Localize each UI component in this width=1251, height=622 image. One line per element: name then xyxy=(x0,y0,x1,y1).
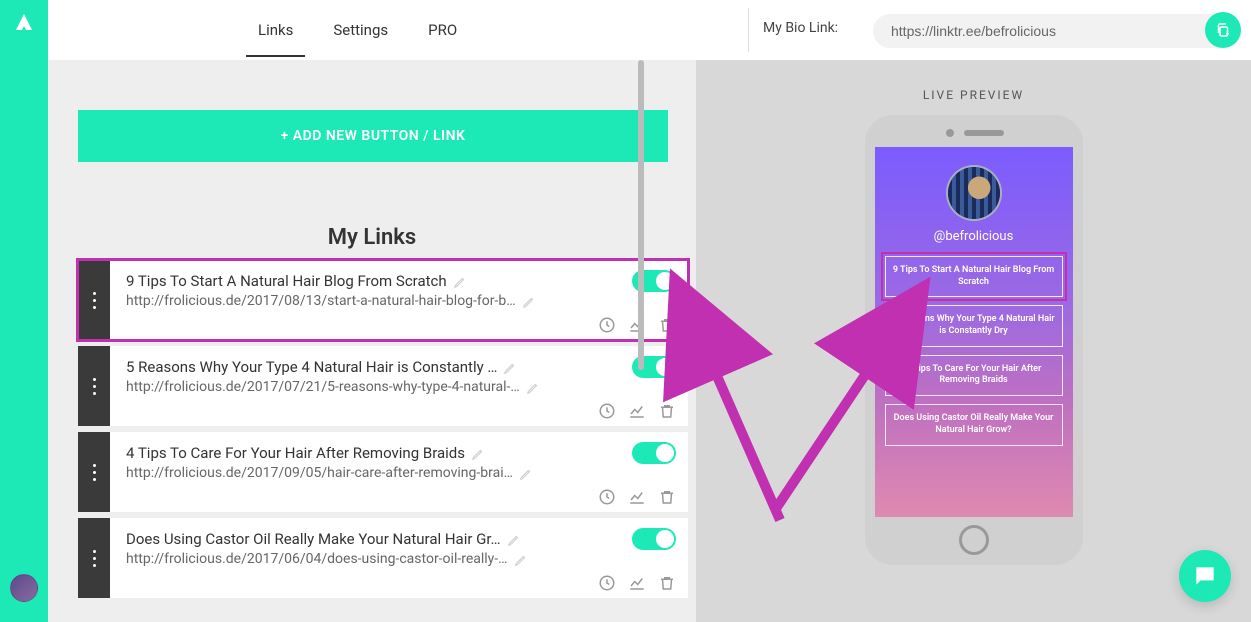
tab-pro[interactable]: PRO xyxy=(428,3,457,57)
pencil-icon[interactable] xyxy=(503,360,517,374)
preview-label: LIVE PREVIEW xyxy=(696,88,1251,102)
link-url[interactable]: http://frolicious.de/2017/07/21/5-reason… xyxy=(126,379,520,395)
app-logo-icon xyxy=(12,12,36,36)
clock-icon[interactable] xyxy=(598,574,616,592)
section-title: My Links xyxy=(48,225,696,250)
trash-icon[interactable] xyxy=(658,316,676,334)
tab-settings[interactable]: Settings xyxy=(333,3,388,57)
link-card: 9 Tips To Start A Natural Hair Blog From… xyxy=(78,260,688,340)
stats-icon[interactable] xyxy=(628,574,646,592)
top-bar: Links Settings PRO My Bio Link: xyxy=(48,0,1251,60)
nav-tabs: Links Settings PRO xyxy=(258,3,457,57)
pencil-icon[interactable] xyxy=(471,446,485,460)
clock-icon[interactable] xyxy=(598,402,616,420)
clock-icon[interactable] xyxy=(598,316,616,334)
enable-toggle[interactable] xyxy=(632,528,676,550)
pencil-icon[interactable] xyxy=(519,466,533,480)
trash-icon[interactable] xyxy=(658,574,676,592)
pencil-icon[interactable] xyxy=(526,380,540,394)
trash-icon[interactable] xyxy=(658,402,676,420)
link-url[interactable]: http://frolicious.de/2017/09/05/hair-car… xyxy=(126,465,513,481)
link-card: 5 Reasons Why Your Type 4 Natural Hair i… xyxy=(78,346,688,426)
profile-avatar xyxy=(946,165,1002,221)
phone-screen: @befrolicious 9 Tips To Start A Natural … xyxy=(875,147,1073,517)
link-url[interactable]: http://frolicious.de/2017/08/13/start-a-… xyxy=(126,293,516,309)
phone-camera-icon xyxy=(946,129,954,137)
user-avatar[interactable] xyxy=(10,574,38,602)
copy-link-button[interactable] xyxy=(1205,12,1241,48)
enable-toggle[interactable] xyxy=(632,442,676,464)
phone-frame: @befrolicious 9 Tips To Start A Natural … xyxy=(865,115,1083,565)
chat-button[interactable] xyxy=(1179,550,1231,602)
drag-handle[interactable] xyxy=(78,518,110,598)
link-title[interactable]: 9 Tips To Start A Natural Hair Blog From… xyxy=(126,272,447,290)
drag-handle[interactable] xyxy=(78,346,110,426)
preview-link-button[interactable]: 4 Tips To Care For Your Hair After Remov… xyxy=(885,355,1063,396)
clock-icon[interactable] xyxy=(598,488,616,506)
tab-links[interactable]: Links xyxy=(258,3,293,57)
stats-icon[interactable] xyxy=(628,488,646,506)
profile-handle: @befrolicious xyxy=(875,229,1073,244)
drag-handle[interactable] xyxy=(78,432,110,512)
preview-link-button[interactable]: 9 Tips To Start A Natural Hair Blog From… xyxy=(885,256,1063,297)
phone-speaker-icon xyxy=(964,130,1004,136)
biolink-label: My Bio Link: xyxy=(763,20,838,36)
add-new-link-button[interactable]: + ADD NEW BUTTON / LINK xyxy=(78,110,668,162)
pencil-icon[interactable] xyxy=(522,294,536,308)
pencil-icon[interactable] xyxy=(514,552,528,566)
app-sidebar xyxy=(0,0,48,622)
link-title[interactable]: Does Using Castor Oil Really Make Your N… xyxy=(126,530,501,548)
phone-home-icon xyxy=(959,525,989,555)
preview-link-button[interactable]: 5 Reasons Why Your Type 4 Natural Hair i… xyxy=(885,305,1063,346)
trash-icon[interactable] xyxy=(658,488,676,506)
scrollbar[interactable] xyxy=(638,60,644,370)
pencil-icon[interactable] xyxy=(453,274,467,288)
divider xyxy=(748,8,749,52)
link-title[interactable]: 5 Reasons Why Your Type 4 Natural Hair i… xyxy=(126,358,497,376)
link-card: Does Using Castor Oil Really Make Your N… xyxy=(78,518,688,598)
link-url[interactable]: http://frolicious.de/2017/06/04/does-usi… xyxy=(126,551,508,567)
preview-link-button[interactable]: Does Using Castor Oil Really Make Your N… xyxy=(885,404,1063,445)
copy-icon xyxy=(1214,21,1232,39)
pencil-icon[interactable] xyxy=(507,532,521,546)
links-list: 9 Tips To Start A Natural Hair Blog From… xyxy=(78,260,688,604)
drag-handle[interactable] xyxy=(78,260,110,340)
stats-icon[interactable] xyxy=(628,402,646,420)
chat-icon xyxy=(1192,563,1218,589)
editor-panel: + ADD NEW BUTTON / LINK My Links 9 Tips … xyxy=(48,60,696,622)
biolink-input[interactable] xyxy=(873,14,1238,48)
link-title[interactable]: 4 Tips To Care For Your Hair After Remov… xyxy=(126,444,465,462)
link-card: 4 Tips To Care For Your Hair After Remov… xyxy=(78,432,688,512)
preview-panel: LIVE PREVIEW @befrolicious 9 Tips To Sta… xyxy=(696,60,1251,622)
